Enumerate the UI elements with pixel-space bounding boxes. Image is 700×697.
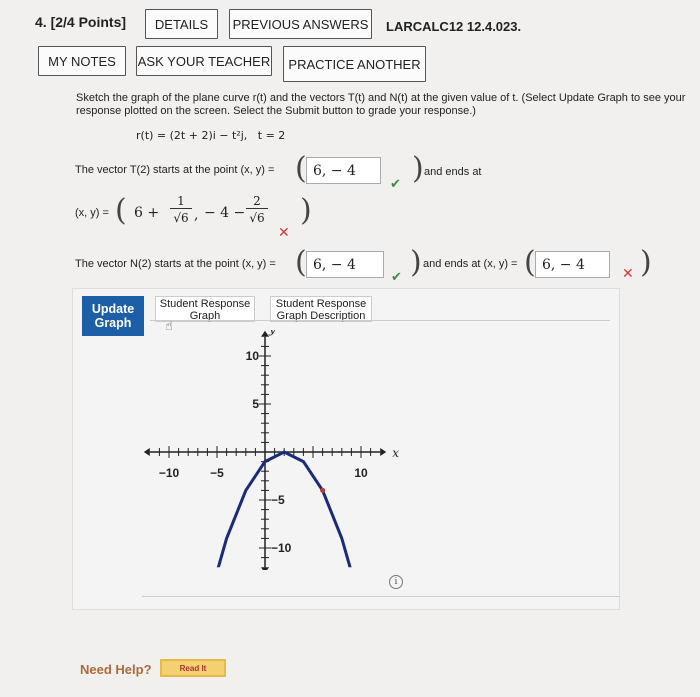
panel-divider <box>142 596 620 597</box>
x-axis-label: x <box>392 446 399 460</box>
tangent-end-expression[interactable]: 6 + 1 √6 , − 4 − 2 √6 <box>134 194 298 230</box>
normal-start-label: The vector N(2) starts at the point (x, … <box>75 258 276 270</box>
instructions-text: Sketch the graph of the plane curve r(t)… <box>76 92 686 117</box>
y-axis-arrow-bottom <box>261 567 269 570</box>
expr-separator: , <box>194 207 199 223</box>
curve-definition: r(t) = (2t + 2)i − t²j, t = 2 <box>136 129 285 142</box>
open-paren: ( <box>115 193 127 228</box>
info-icon[interactable]: i <box>389 575 403 589</box>
open-paren: ( <box>295 245 307 280</box>
ask-teacher-button[interactable]: ASK YOUR TEACHER <box>136 46 272 76</box>
y-axis-arrow <box>261 330 269 337</box>
tab-description-label: Student Response Graph Description <box>275 298 367 322</box>
x-tick-label: −10 <box>159 466 180 480</box>
correct-check-icon: ✔ <box>390 176 401 191</box>
normal-start-input[interactable]: 6, − 4 <box>306 251 384 278</box>
x-tick-label: 10 <box>354 466 368 480</box>
y-tick-label: 10 <box>246 349 260 363</box>
previous-answers-label: PREVIOUS ANSWERS <box>232 16 369 32</box>
expr-term-a: 6 + <box>134 205 160 221</box>
tangent-ends-label: and ends at <box>424 166 482 178</box>
practice-another-label: PRACTICE ANOTHER <box>288 56 421 72</box>
tab-divider <box>150 320 610 321</box>
point-marker <box>320 487 326 493</box>
open-paren: ( <box>295 151 307 186</box>
curve-formula: r(t) = (2t + 2)i − t²j, <box>136 129 248 142</box>
need-help-label: Need Help? <box>80 662 152 677</box>
close-paren: ) <box>640 245 652 280</box>
frac1-numerator: 1 <box>170 194 192 209</box>
open-paren: ( <box>524 245 536 280</box>
update-graph-button[interactable]: Update Graph <box>82 296 144 336</box>
tab-graph-description[interactable]: Student Response Graph Description <box>270 296 372 322</box>
correct-check-icon: ✔ <box>391 269 402 284</box>
tab-student-response-label: Student Response Graph <box>159 298 251 322</box>
read-it-button[interactable]: Read It <box>160 659 226 677</box>
question-header: 4. [2/4 Points] <box>35 14 126 30</box>
details-button[interactable]: DETAILS <box>145 9 218 39</box>
x-tick-label: −5 <box>210 466 224 480</box>
frac2-numerator: 2 <box>246 194 268 209</box>
my-notes-button[interactable]: MY NOTES <box>38 46 126 76</box>
normal-end-input[interactable]: 6, − 4 <box>535 251 610 278</box>
details-label: DETAILS <box>154 16 209 32</box>
y-tick-label: 5 <box>252 397 259 411</box>
x-axis-arrow-left <box>143 448 150 456</box>
y-tick-label: −10 <box>271 541 292 555</box>
my-notes-label: MY NOTES <box>48 53 116 69</box>
y-axis-label: y <box>268 330 276 336</box>
incorrect-cross-icon: ✕ <box>278 224 290 240</box>
close-paren: ) <box>412 151 424 186</box>
y-tick-label: −5 <box>271 493 285 507</box>
student-response-graph[interactable]: −10 −5 10 10 5 −5 −10 x y <box>140 330 400 570</box>
close-paren: ) <box>410 245 422 280</box>
normal-ends-label: and ends at (x, y) = <box>423 258 518 270</box>
practice-another-button[interactable]: PRACTICE ANOTHER <box>283 46 426 82</box>
frac2-denominator: √6 <box>249 211 265 225</box>
tangent-end-prefix: (x, y) = <box>75 207 109 219</box>
close-paren: ) <box>300 193 312 228</box>
tangent-start-label: The vector T(2) starts at the point (x, … <box>75 164 275 176</box>
question-points: [2/4 Points] <box>50 14 127 30</box>
curve-t-value: t = 2 <box>257 129 286 142</box>
frac1-denominator: √6 <box>173 211 189 225</box>
previous-answers-button[interactable]: PREVIOUS ANSWERS <box>229 9 372 39</box>
tangent-start-input[interactable]: 6, − 4 <box>306 157 381 184</box>
expr-term-b: − 4 − <box>204 205 246 221</box>
question-number: 4. <box>35 14 47 30</box>
x-axis-arrow <box>380 448 387 456</box>
ask-teacher-label: ASK YOUR TEACHER <box>137 53 271 69</box>
question-code: LARCALC12 12.4.023. <box>386 19 522 34</box>
incorrect-cross-icon: ✕ <box>622 265 634 281</box>
